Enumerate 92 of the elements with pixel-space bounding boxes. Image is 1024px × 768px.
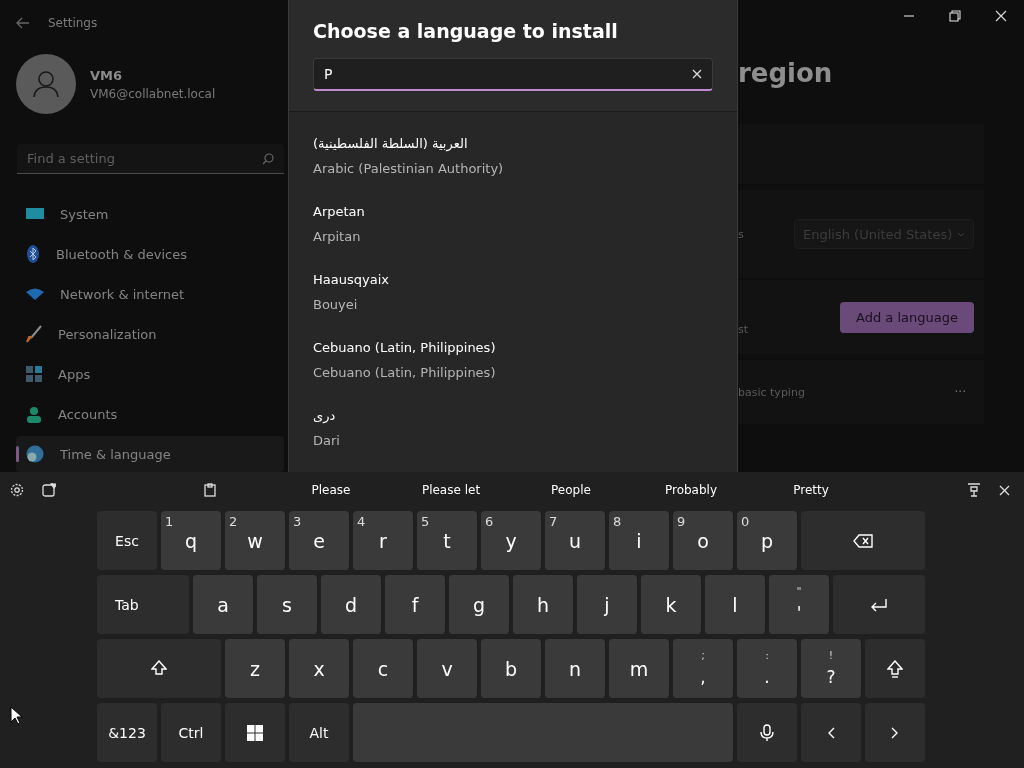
chevron-down-icon xyxy=(957,231,965,237)
keyboard-key[interactable]: l xyxy=(705,575,765,634)
clear-icon[interactable] xyxy=(692,69,702,79)
keyboard-key[interactable]: a xyxy=(193,575,253,634)
setting-label: s xyxy=(738,227,744,241)
sidebar-item[interactable]: Bluetooth & devices xyxy=(16,236,284,272)
chevron-right-icon xyxy=(891,726,899,739)
sidebar-item[interactable]: Personalization xyxy=(16,316,284,352)
brush-icon xyxy=(26,325,42,343)
keyboard-key[interactable]: 1 q xyxy=(161,511,221,570)
window-title: Settings xyxy=(48,16,98,31)
mouse-cursor-icon xyxy=(10,706,22,725)
keyboard-key[interactable]: &123 xyxy=(97,703,157,762)
keyboard-key[interactable]: 7 u xyxy=(545,511,605,570)
keyboard-key[interactable]: n xyxy=(545,639,605,698)
keyboard-key[interactable]: " ' xyxy=(769,575,829,634)
keyboard-key[interactable]: h xyxy=(513,575,573,634)
keyboard-key[interactable]: Ctrl xyxy=(161,703,221,762)
sidebar-item[interactable]: Network & internet xyxy=(16,276,284,312)
suggestion[interactable]: Please let xyxy=(391,481,511,499)
suggestion[interactable]: Probably xyxy=(631,481,751,499)
bluetooth-icon xyxy=(26,245,40,263)
clipboard-icon[interactable] xyxy=(202,481,218,499)
keyboard-key[interactable]: c xyxy=(353,639,413,698)
dock-icon[interactable] xyxy=(965,481,983,499)
keyboard-key[interactable]: g xyxy=(449,575,509,634)
monitor-icon xyxy=(26,207,44,221)
keyboard-key[interactable]: m xyxy=(609,639,669,698)
keyboard-key[interactable]: 6 y xyxy=(481,511,541,570)
keyboard-key[interactable]: ; , xyxy=(673,639,733,698)
keyboard-key[interactable]: 0 p xyxy=(737,511,797,570)
enter-icon xyxy=(870,597,888,612)
chevron-left-icon xyxy=(827,726,835,739)
windows-key[interactable] xyxy=(225,703,285,762)
sidebar-item[interactable]: System xyxy=(16,196,284,232)
keyboard-key[interactable]: k xyxy=(641,575,701,634)
search-placeholder: Find a setting xyxy=(27,151,115,167)
keyboard-key[interactable]: : . xyxy=(737,639,797,698)
person-icon xyxy=(26,405,42,423)
suggestion[interactable]: Pretty xyxy=(751,481,871,499)
keyboard-key[interactable]: 2 w xyxy=(225,511,285,570)
keyboard-key[interactable]: v xyxy=(417,639,477,698)
sidebar-item[interactable]: Apps xyxy=(16,356,284,392)
language-item[interactable]: Haausqyaix Bouyei xyxy=(289,258,737,326)
keyboard-key[interactable]: z xyxy=(225,639,285,698)
keyboard-key[interactable]: 9 o xyxy=(673,511,733,570)
tab-key[interactable]: Tab xyxy=(97,575,189,634)
apps-icon xyxy=(26,366,42,382)
keyboard-key[interactable]: 4 r xyxy=(353,511,413,570)
keyboard-key[interactable]: f xyxy=(385,575,445,634)
globe-clock-icon xyxy=(26,445,44,463)
keyboard-key[interactable]: d xyxy=(321,575,381,634)
language-item[interactable]: Cebuano (Latin, Philippines) Cebuano (Latin, Philippines) xyxy=(289,326,737,394)
person-icon xyxy=(32,70,60,99)
page-heading: region xyxy=(738,58,833,88)
sticker-icon[interactable] xyxy=(40,481,58,499)
wifi-icon xyxy=(26,288,44,300)
keyboard-key[interactable]: 3 e xyxy=(289,511,349,570)
search-input[interactable]: P xyxy=(324,66,624,82)
keyboard-key[interactable]: Alt xyxy=(289,703,349,762)
shift-icon xyxy=(151,659,167,678)
microphone-icon xyxy=(760,723,774,742)
user-name: VM6 xyxy=(90,67,124,83)
shift-key[interactable] xyxy=(865,639,925,698)
search-icon xyxy=(262,152,274,165)
settings-icon[interactable] xyxy=(8,481,26,499)
close-icon xyxy=(995,10,1007,22)
sidebar-item[interactable]: Accounts xyxy=(16,396,284,432)
user-email: VM6@collabnet.local xyxy=(90,86,216,101)
keyboard-key[interactable]: 5 t xyxy=(417,511,477,570)
back-arrow-icon[interactable] xyxy=(16,17,30,30)
maximize-icon xyxy=(949,10,961,22)
shift-icon xyxy=(887,659,903,678)
keyboard-key[interactable]: s xyxy=(257,575,317,634)
setting-label: st xyxy=(738,322,749,336)
sidebar-item[interactable]: Time & language xyxy=(16,436,284,472)
keyboard-key[interactable]: j xyxy=(577,575,637,634)
backspace-icon xyxy=(853,533,873,548)
keyboard-key[interactable]: ! ? xyxy=(801,639,861,698)
microphone-key[interactable] xyxy=(737,703,797,762)
keyboard-key[interactable]: x xyxy=(289,639,349,698)
language-detail: basic typing xyxy=(738,385,805,399)
keyboard-key[interactable]: 8 i xyxy=(609,511,669,570)
dialog-title: Choose a language to install xyxy=(313,20,619,42)
suggestion[interactable]: People xyxy=(511,481,631,499)
keyboard-key[interactable]: Esc xyxy=(97,511,157,570)
keyboard-key[interactable]: b xyxy=(481,639,541,698)
language-search-field[interactable]: P xyxy=(313,58,713,91)
windows-logo-icon xyxy=(247,724,263,741)
suggestion[interactable]: Please xyxy=(271,481,391,499)
more-options-button[interactable]: ··· xyxy=(954,385,966,399)
language-item[interactable]: Arpetan Arpitan xyxy=(289,190,737,258)
